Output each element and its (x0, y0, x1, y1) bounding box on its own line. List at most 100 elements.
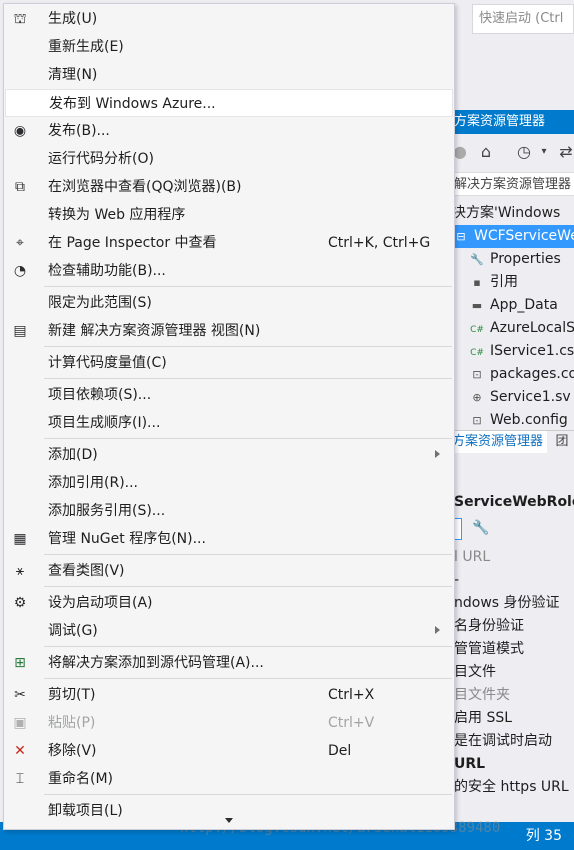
csharp-file-icon: C# (470, 325, 484, 335)
project-context-menu: ⛫ 生成(U) 重新生成(E) 清理(N) 发布到 Windows Azure... ◉ 发… (3, 3, 455, 830)
menu-item-10[interactable]: ◔ 检查辅助功能(B)... (5, 257, 453, 285)
tree-item-label: 引用 (490, 274, 518, 290)
scissors-icon: ✂ (14, 687, 26, 703)
menu-item-shortcut: Ctrl+V (328, 715, 375, 731)
tree-item[interactable]: ▬ App_Data (448, 294, 574, 317)
menu-item-23[interactable]: ⊞ 将解决方案添加到源代码管理(A)... (5, 649, 453, 677)
publish-globe-icon: ◉ (13, 123, 27, 139)
property-row[interactable]: - (448, 569, 574, 592)
quick-launch-input[interactable]: 快速启动 (Ctrl (472, 4, 574, 34)
menu-item-label: 新建 解决方案资源管理器 视图(N) (48, 323, 261, 339)
menu-item-5[interactable]: ◉ 发布(B)... (5, 117, 453, 145)
property-row[interactable]: 启用 SSL (448, 707, 574, 730)
menu-item-label: 重命名(M) (48, 771, 114, 787)
property-row[interactable]: ndows 身份验证 (448, 592, 574, 615)
menu-item-16[interactable]: 添加(D) (5, 441, 453, 469)
rename-icon: ⌶ (15, 771, 25, 787)
menu-item-13[interactable]: 计算代码度量值(C) (5, 349, 453, 377)
tree-item[interactable]: ▪ 引用 (448, 271, 574, 294)
menu-item-8[interactable]: 转换为 Web 应用程序 (5, 201, 453, 229)
menu-item-21[interactable]: ⚙ 设为启动项目(A) (5, 589, 453, 617)
paste-icon: ▣ (13, 715, 27, 731)
service-file-icon: ⊕ (472, 391, 482, 404)
menu-separator (44, 646, 452, 647)
menu-item-label: 项目生成顺序(I)... (48, 415, 161, 431)
tree-item[interactable]: ⊡ Web.config (448, 409, 574, 432)
properties-list: l URL - ndows 身份验证 名身份验证 管管道模式 目文件 目文件夹 启用 SSL 是… (448, 546, 574, 799)
home-icon[interactable]: ⌂ (476, 142, 496, 162)
build-icon: ⛫ (13, 11, 27, 27)
cloud-project-icon: ⊟ (456, 230, 466, 243)
solution-explorer-toolbar: ● ⌂ ◷ ▾ ⇄ (448, 136, 574, 168)
tree-item-label: 决方案'Windows (452, 205, 561, 221)
menu-item-28[interactable]: 卸载项目(L) (5, 797, 453, 825)
submenu-arrow-icon (435, 626, 440, 634)
tree-item-label: Web.config (490, 412, 568, 428)
menu-item-1[interactable]: ⛫ 生成(U) (5, 5, 453, 33)
browser-view-icon: ⧉ (15, 179, 25, 195)
menu-separator (44, 794, 452, 795)
menu-item-25[interactable]: ▣ 粘贴(P) Ctrl+V (5, 709, 453, 737)
property-row[interactable]: 目文件 (448, 661, 574, 684)
solution-explorer-tabs: 方案资源管理器 团 (448, 430, 574, 453)
menu-item-15[interactable]: 项目生成顺序(I)... (5, 409, 453, 437)
menu-item-26[interactable]: ✕ 移除(V) Del (5, 737, 453, 765)
property-row[interactable]: URL (448, 753, 574, 776)
property-row[interactable]: 名身份验证 (448, 615, 574, 638)
menu-item-17[interactable]: 添加引用(R)... (5, 469, 453, 497)
tree-item[interactable]: 🔧 Properties (448, 248, 574, 271)
menu-item-22[interactable]: 调试(G) (5, 617, 453, 645)
wrench-icon[interactable]: 🔧 (472, 520, 489, 536)
tree-item[interactable]: ⊕ Service1.sv (448, 386, 574, 409)
tree-item[interactable]: ⊟ WCFServiceWe (448, 225, 574, 248)
menu-item-12[interactable]: ▤ 新建 解决方案资源管理器 视图(N) (5, 317, 453, 345)
menu-item-6[interactable]: 运行代码分析(O) (5, 145, 453, 173)
tree-item[interactable]: ⊡ packages.co (448, 363, 574, 386)
property-row[interactable]: 的安全 https URL (448, 776, 574, 799)
tab-solution-explorer[interactable]: 方案资源管理器 (448, 431, 548, 453)
menu-item-18[interactable]: 添加服务引用(S)... (5, 497, 453, 525)
chevron-down-icon[interactable]: ▾ (534, 142, 554, 162)
property-row[interactable]: 是在调试时启动 (448, 730, 574, 753)
menu-item-label: 发布(B)... (48, 123, 110, 139)
menu-item-19[interactable]: ▦ 管理 NuGet 程序包(N)... (5, 525, 453, 553)
property-row[interactable]: 管管道模式 (448, 638, 574, 661)
menu-item-label: 项目依赖项(S)... (48, 387, 152, 403)
new-view-icon: ▤ (13, 323, 27, 339)
menu-item-2[interactable]: 重新生成(E) (5, 33, 453, 61)
menu-item-27[interactable]: ⌶ 重命名(M) (5, 765, 453, 793)
submenu-arrow-icon (435, 450, 440, 458)
solution-explorer-search[interactable]: 解决方案资源管理器 (448, 172, 574, 196)
tree-item[interactable]: 决方案'Windows (448, 202, 574, 225)
tree-item-label: Properties (490, 251, 561, 267)
config-file-icon: ⊡ (472, 414, 482, 427)
tree-item-label: App_Data (490, 297, 558, 313)
tree-item[interactable]: C# AzureLocalS (448, 317, 574, 340)
menu-item-label: 设为启动项目(A) (48, 595, 153, 611)
menu-item-11[interactable]: 限定为此范围(S) (5, 289, 453, 317)
page-inspector-icon: ⌖ (16, 235, 24, 251)
menu-item-14[interactable]: 项目依赖项(S)... (5, 381, 453, 409)
menu-item-label: 运行代码分析(O) (48, 151, 154, 167)
menu-separator (44, 286, 452, 287)
menu-item-4[interactable]: 发布到 Windows Azure... (5, 89, 453, 117)
property-row[interactable]: 目文件夹 (448, 684, 574, 707)
menu-separator (44, 346, 452, 347)
menu-item-9[interactable]: ⌖ 在 Page Inspector 中查看 Ctrl+K, Ctrl+G (5, 229, 453, 257)
menu-item-label: 发布到 Windows Azure... (49, 96, 216, 112)
menu-item-shortcut: Ctrl+X (328, 687, 375, 703)
property-row[interactable]: l URL (448, 546, 574, 569)
menu-item-7[interactable]: ⧉ 在浏览器中查看(QQ浏览器)(B) (5, 173, 453, 201)
tree-item[interactable]: C# IService1.cs (448, 340, 574, 363)
menu-item-3[interactable]: 清理(N) (5, 61, 453, 89)
tab-team[interactable]: 团 (551, 431, 572, 453)
menu-item-label: 移除(V) (48, 743, 97, 759)
menu-item-label: 查看类图(V) (48, 563, 125, 579)
sync-icon[interactable]: ⇄ (556, 142, 574, 162)
menu-item-label: 将解决方案添加到源代码管理(A)... (48, 655, 264, 671)
menu-separator (44, 378, 452, 379)
history-icon[interactable]: ◷ (514, 142, 534, 162)
menu-item-24[interactable]: ✂ 剪切(T) Ctrl+X (5, 681, 453, 709)
folder-icon: ▬ (471, 299, 483, 312)
menu-item-20[interactable]: ⚹ 查看类图(V) (5, 557, 453, 585)
